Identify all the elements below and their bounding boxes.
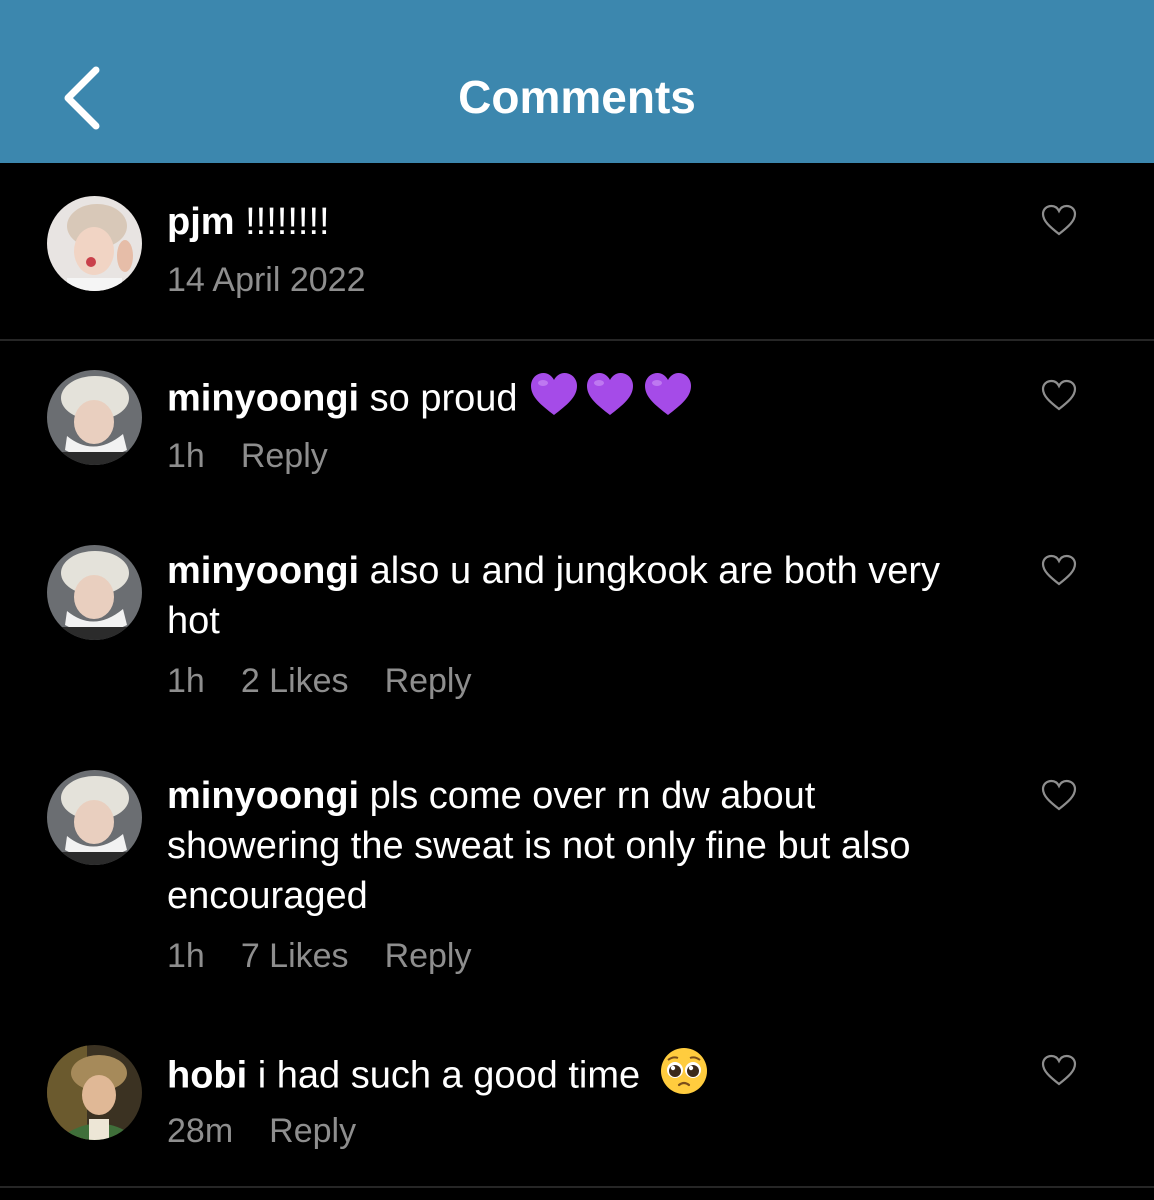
comment-body: i had such a good time bbox=[257, 1054, 641, 1097]
caption-date: 14 April 2022 bbox=[167, 261, 366, 299]
purple-heart-icon bbox=[640, 371, 696, 430]
comment-text: minyoongi also u and jungkook are both v… bbox=[167, 546, 957, 646]
like-button[interactable] bbox=[1040, 778, 1078, 812]
reply-button[interactable]: Reply bbox=[269, 1112, 356, 1150]
comment-text: minyoongi so proud bbox=[167, 371, 967, 430]
page-title: Comments bbox=[458, 71, 696, 123]
reply-button[interactable]: Reply bbox=[385, 937, 472, 975]
avatar[interactable] bbox=[47, 545, 142, 640]
top-bar: Comments bbox=[0, 0, 1154, 163]
divider bbox=[0, 1186, 1154, 1188]
avatar[interactable] bbox=[47, 370, 142, 465]
like-button[interactable] bbox=[1040, 203, 1078, 237]
reply-button[interactable]: Reply bbox=[241, 437, 328, 475]
likes-count[interactable]: 2 Likes bbox=[241, 662, 349, 700]
avatar[interactable] bbox=[47, 1045, 142, 1140]
comment-time: 1h bbox=[167, 937, 205, 975]
like-button[interactable] bbox=[1040, 1053, 1078, 1087]
caption-row: pjm !!!!!!!! 14 April 2022 bbox=[0, 163, 1154, 341]
comment-meta: 1h 7 Likes Reply bbox=[167, 937, 508, 976]
comment-text: hobi i had such a good time bbox=[167, 1046, 967, 1109]
purple-heart-icon bbox=[580, 371, 640, 430]
caption-body: !!!!!!!! bbox=[245, 201, 330, 243]
heart-outline-icon bbox=[1041, 779, 1077, 811]
likes-count[interactable]: 7 Likes bbox=[241, 937, 349, 975]
comment-username[interactable]: minyoongi bbox=[167, 550, 359, 592]
purple-heart-icon bbox=[528, 371, 580, 430]
avatar[interactable] bbox=[47, 196, 142, 291]
caption-text: pjm !!!!!!!! bbox=[167, 197, 967, 247]
avatar[interactable] bbox=[47, 770, 142, 865]
heart-outline-icon bbox=[1041, 204, 1077, 236]
comment-meta: 28m Reply bbox=[167, 1112, 392, 1151]
like-button[interactable] bbox=[1040, 378, 1078, 412]
pleading-face-icon bbox=[659, 1046, 709, 1109]
comment-text: minyoongi pls come over rn dw about show… bbox=[167, 771, 957, 921]
comment-time: 28m bbox=[167, 1112, 234, 1150]
caption-username[interactable]: pjm bbox=[167, 201, 235, 243]
comment-username[interactable]: minyoongi bbox=[167, 378, 359, 420]
heart-outline-icon bbox=[1041, 379, 1077, 411]
comment-meta: 1h Reply bbox=[167, 437, 364, 476]
comment-time: 1h bbox=[167, 437, 205, 475]
comment-body: so proud bbox=[369, 377, 518, 420]
comment-time: 1h bbox=[167, 662, 205, 700]
comment-meta: 1h 2 Likes Reply bbox=[167, 662, 508, 701]
comment-username[interactable]: minyoongi bbox=[167, 775, 359, 817]
reply-button[interactable]: Reply bbox=[385, 662, 472, 700]
heart-outline-icon bbox=[1041, 1054, 1077, 1086]
like-button[interactable] bbox=[1040, 553, 1078, 587]
comment-username[interactable]: hobi bbox=[167, 1055, 247, 1097]
heart-outline-icon bbox=[1041, 554, 1077, 586]
